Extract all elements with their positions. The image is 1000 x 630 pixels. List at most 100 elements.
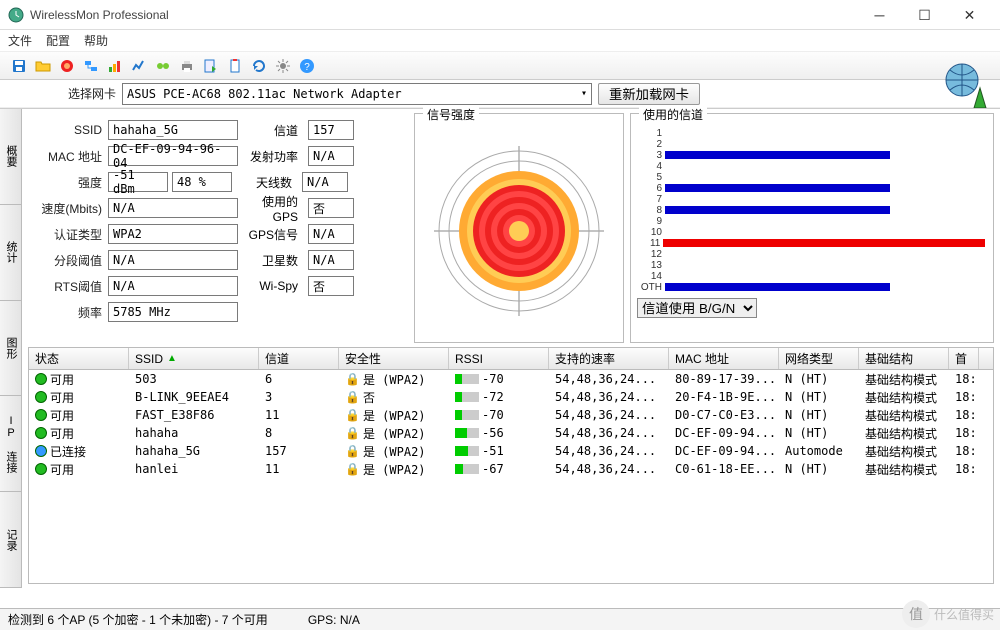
ssid-value: hahaha_5G: [108, 120, 238, 140]
refresh-icon[interactable]: [248, 55, 270, 77]
freq-value: 5785 MHz: [108, 302, 238, 322]
ssid-label: SSID: [28, 123, 108, 137]
channel-bar-row: 9: [639, 216, 985, 226]
th-mac[interactable]: MAC 地址: [669, 348, 779, 369]
ant-value: N/A: [302, 172, 348, 192]
table-row[interactable]: 可用 hanlei11 🔒是 (WPA2) -67 54,48,36,24...…: [29, 460, 993, 478]
channel-filter-select[interactable]: 信道使用 B/G/N: [637, 298, 757, 318]
channel-bar-row: 12: [639, 249, 985, 259]
channel-value: 157: [308, 120, 354, 140]
speed-label: 速度(Mbits): [28, 200, 108, 217]
frag-label: 分段阈值: [28, 252, 108, 269]
record-icon[interactable]: [56, 55, 78, 77]
toolbar: ?: [0, 52, 1000, 80]
channel-bar-row: OTH: [639, 282, 985, 292]
sat-value: N/A: [308, 250, 354, 270]
gps-value: 否: [308, 198, 354, 218]
minimize-button[interactable]: ─: [857, 1, 902, 29]
export-icon[interactable]: [200, 55, 222, 77]
settings-icon[interactable]: [272, 55, 294, 77]
gpssig-value: N/A: [308, 224, 354, 244]
vtab-log[interactable]: 记录: [0, 492, 21, 588]
save-icon[interactable]: [8, 55, 30, 77]
window-title: WirelessMon Professional: [30, 8, 857, 22]
th-rate[interactable]: 支持的速率: [549, 348, 669, 369]
close-button[interactable]: ✕: [947, 1, 992, 29]
frag-value: N/A: [108, 250, 238, 270]
th-status[interactable]: 状态: [29, 348, 129, 369]
mac-label: MAC 地址: [28, 148, 108, 165]
reload-nic-button[interactable]: 重新加载网卡: [598, 83, 700, 105]
txpower-value: N/A: [308, 146, 354, 166]
watermark-text: 什么值得买: [934, 606, 994, 623]
sort-asc-icon: ▲: [167, 353, 177, 364]
signal-title: 信号强度: [423, 106, 479, 123]
nic-selected: ASUS PCE-AC68 802.11ac Network Adapter: [127, 87, 402, 101]
channel-bar-row: 14: [639, 271, 985, 281]
sat-label: 卫星数: [238, 252, 302, 269]
channel-bar-row: 13: [639, 260, 985, 270]
vtab-ipconn[interactable]: IP 连接: [0, 396, 21, 492]
stats-icon[interactable]: [104, 55, 126, 77]
channel-filter: 信道使用 B/G/N: [637, 298, 987, 318]
clipboard-icon[interactable]: [224, 55, 246, 77]
vtab-graph[interactable]: 图形: [0, 301, 21, 397]
th-channel[interactable]: 信道: [259, 348, 339, 369]
table-row[interactable]: 可用 B-LINK_9EEAE43 🔒否 -72 54,48,36,24...2…: [29, 388, 993, 406]
table-row[interactable]: 可用 hahaha8 🔒是 (WPA2) -56 54,48,36,24...D…: [29, 424, 993, 442]
th-nettype[interactable]: 网络类型: [779, 348, 859, 369]
print-icon[interactable]: [176, 55, 198, 77]
channel-bar-row: 1: [639, 128, 985, 138]
table-row[interactable]: 已连接 hahaha_5G157 🔒是 (WPA2) -51 54,48,36,…: [29, 442, 993, 460]
th-rssi[interactable]: RSSI: [449, 348, 549, 369]
statusbar: 检测到 6 个AP (5 个加密 - 1 个未加密) - 7 个可用 GPS: …: [0, 608, 1000, 630]
svg-text:?: ?: [304, 62, 310, 73]
status-gps: GPS: N/A: [308, 613, 360, 627]
network-icon[interactable]: [80, 55, 102, 77]
help-icon[interactable]: ?: [296, 55, 318, 77]
menu-config[interactable]: 配置: [46, 32, 70, 49]
folder-icon[interactable]: [32, 55, 54, 77]
table-row[interactable]: 可用 FAST_E38F8611 🔒是 (WPA2) -70 54,48,36,…: [29, 406, 993, 424]
auth-value: WPA2: [108, 224, 238, 244]
table-header: 状态 SSID▲ 信道 安全性 RSSI 支持的速率 MAC 地址 网络类型 基…: [29, 348, 993, 370]
nic-select[interactable]: ASUS PCE-AC68 802.11ac Network Adapter ▾: [122, 83, 592, 105]
menu-file[interactable]: 文件: [8, 32, 32, 49]
channel-bar-row: 2: [639, 139, 985, 149]
nic-row: 选择网卡 ASUS PCE-AC68 802.11ac Network Adap…: [0, 80, 1000, 108]
watermark-icon: 值: [902, 600, 930, 628]
graph-icon[interactable]: [128, 55, 150, 77]
gps-label: 使用的GPS: [238, 193, 302, 224]
wispy-label: Wi-Spy: [238, 279, 302, 293]
app-icon: [8, 7, 24, 23]
chevron-down-icon: ▾: [581, 88, 587, 99]
table-row[interactable]: 可用 5036 🔒是 (WPA2) -70 54,48,36,24...80-8…: [29, 370, 993, 388]
menubar: 文件 配置 帮助: [0, 30, 1000, 52]
ap-table: 状态 SSID▲ 信道 安全性 RSSI 支持的速率 MAC 地址 网络类型 基…: [28, 347, 994, 584]
main-content: 概要 统计 图形 IP 连接 记录 SSIDhahaha_5G信道157 MAC…: [0, 108, 1000, 588]
th-security[interactable]: 安全性: [339, 348, 449, 369]
connect-icon[interactable]: [152, 55, 174, 77]
signal-strength-box: 信号强度: [414, 113, 624, 343]
vtab-stats[interactable]: 统计: [0, 205, 21, 301]
channel-bar-row: 6: [639, 183, 985, 193]
speed-value: N/A: [108, 198, 238, 218]
vtab-summary[interactable]: 概要: [0, 109, 21, 205]
content-panel: SSIDhahaha_5G信道157 MAC 地址DC-EF-09-94-96-…: [22, 109, 1000, 588]
rts-label: RTS阈值: [28, 278, 108, 295]
table-body: 可用 5036 🔒是 (WPA2) -70 54,48,36,24...80-8…: [29, 370, 993, 478]
th-last[interactable]: 首: [949, 348, 979, 369]
maximize-button[interactable]: ☐: [902, 1, 947, 29]
nic-label: 选择网卡: [8, 85, 116, 102]
globe-antenna-icon: [944, 62, 990, 108]
menu-help[interactable]: 帮助: [84, 32, 108, 49]
rts-value: N/A: [108, 276, 238, 296]
mac-value: DC-EF-09-94-96-04: [108, 146, 238, 166]
channel-label: 信道: [238, 122, 302, 139]
th-infra[interactable]: 基础结构: [859, 348, 949, 369]
titlebar: WirelessMon Professional ─ ☐ ✕: [0, 0, 1000, 30]
strength-dbm: -51 dBm: [108, 172, 168, 192]
status-left: 检测到 6 个AP (5 个加密 - 1 个未加密) - 7 个可用: [8, 611, 268, 628]
channel-bar-row: 10: [639, 227, 985, 237]
th-ssid[interactable]: SSID▲: [129, 348, 259, 369]
